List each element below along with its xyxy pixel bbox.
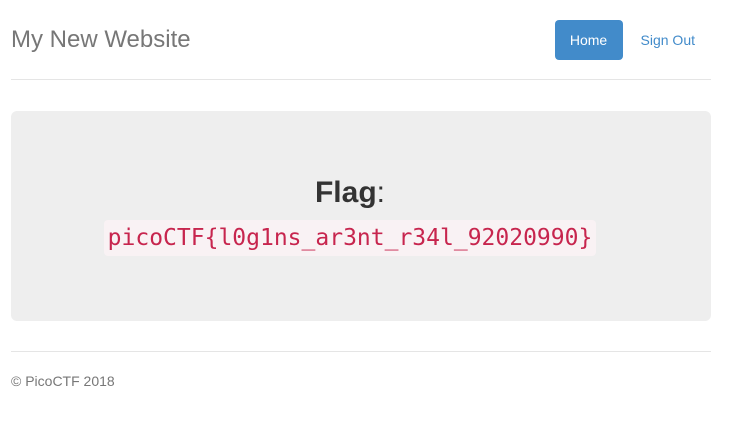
footer-copyright: © PicoCTF 2018: [11, 373, 115, 389]
page: My New Website Home Sign Out Flag: picoC…: [0, 0, 746, 427]
flag-label: Flag: [314, 176, 377, 209]
flag-heading: Flag:: [0, 175, 700, 211]
nav-pills: Home Sign Out: [554, 20, 711, 60]
nav-signout-link[interactable]: Sign Out: [623, 20, 711, 60]
flag-colon: :: [376, 176, 385, 209]
site-title: My New Website: [11, 26, 191, 53]
flag-value: picoCTF{l0g1ns_ar3nt_r34l_92020990}: [103, 220, 597, 256]
nav-home-link[interactable]: Home: [554, 20, 623, 60]
flag-line: picoCTF{l0g1ns_ar3nt_r34l_92020990}: [0, 220, 700, 256]
footer: © PicoCTF 2018: [11, 351, 711, 389]
jumbotron: [11, 111, 711, 321]
header: My New Website Home Sign Out: [11, 0, 711, 80]
